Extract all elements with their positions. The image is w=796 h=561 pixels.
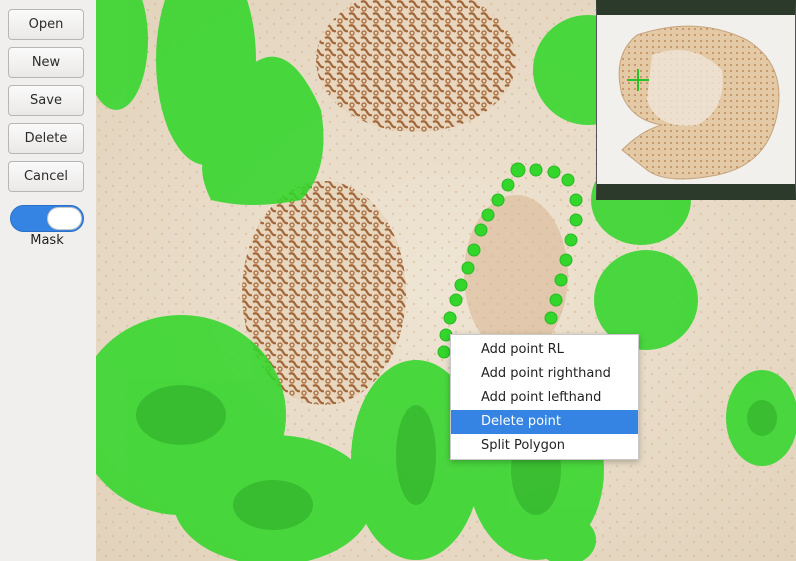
mask-toggle-knob xyxy=(47,207,82,230)
minimap-image xyxy=(597,15,795,184)
tubule-outline xyxy=(464,195,568,355)
overview-minimap[interactable] xyxy=(596,0,796,200)
delete-button[interactable]: Delete xyxy=(8,123,84,154)
mask-toggle[interactable] xyxy=(10,205,84,232)
menu-item-add-point-rl[interactable]: Add point RL xyxy=(451,338,638,362)
menu-item-delete-point[interactable]: Delete point xyxy=(451,410,638,434)
mask-label: Mask xyxy=(30,233,64,248)
menu-item-split-polygon[interactable]: Split Polygon xyxy=(451,434,638,458)
menu-item-add-point-lefthand[interactable]: Add point lefthand xyxy=(451,386,638,410)
toolbar-sidebar: Open New Save Delete Cancel Mask xyxy=(0,0,97,561)
menu-item-add-point-righthand[interactable]: Add point righthand xyxy=(451,362,638,386)
open-button[interactable]: Open xyxy=(8,9,84,40)
new-button[interactable]: New xyxy=(8,47,84,78)
cancel-button[interactable]: Cancel xyxy=(8,161,84,192)
context-menu: Add point RL Add point righthand Add poi… xyxy=(450,334,639,460)
save-button[interactable]: Save xyxy=(8,85,84,116)
